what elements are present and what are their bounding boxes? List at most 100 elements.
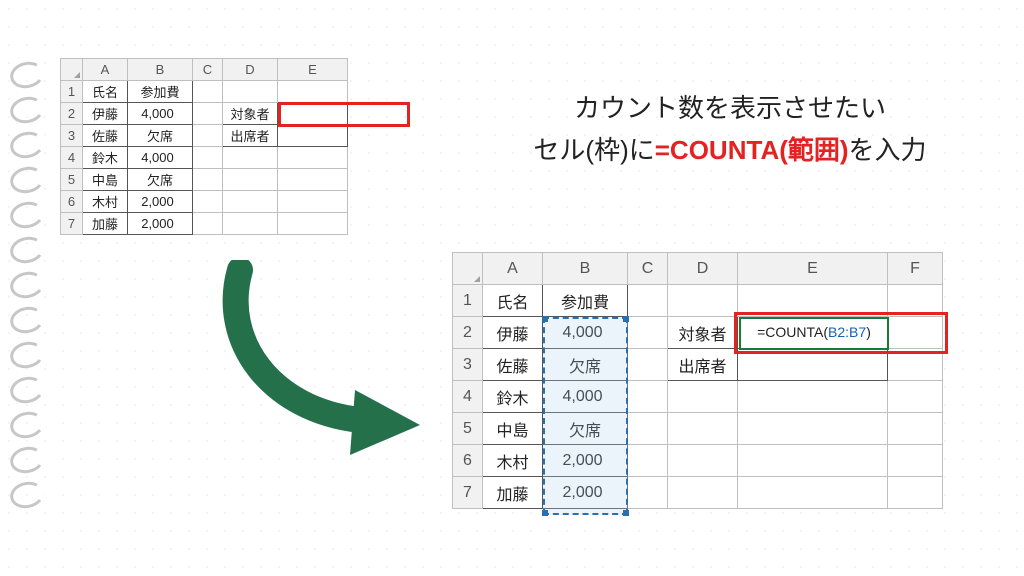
cell-A4[interactable]: 鈴木 bbox=[483, 381, 543, 413]
row-header-5[interactable]: 5 bbox=[61, 169, 83, 191]
cell-B4[interactable]: 4,000 bbox=[128, 147, 193, 169]
col-header-D[interactable]: D bbox=[668, 253, 738, 285]
row-header-6[interactable]: 6 bbox=[453, 445, 483, 477]
cell-E4[interactable] bbox=[278, 147, 348, 169]
select-all-corner[interactable] bbox=[453, 253, 483, 285]
cell-A5[interactable]: 中島 bbox=[83, 169, 128, 191]
row-header-4[interactable]: 4 bbox=[61, 147, 83, 169]
cell-A5[interactable]: 中島 bbox=[483, 413, 543, 445]
row-header-7[interactable]: 7 bbox=[453, 477, 483, 509]
cell-E2-formula[interactable]: =COUNTA(B2:B7) bbox=[738, 317, 888, 349]
col-header-B[interactable]: B bbox=[128, 59, 193, 81]
cell-E6[interactable] bbox=[278, 191, 348, 213]
grid-after[interactable]: A B C D E F 1 氏名 参加費 2 伊藤 4,000 対象者 =COU… bbox=[452, 252, 943, 509]
cell-C6[interactable] bbox=[193, 191, 223, 213]
cell-B1[interactable]: 参加費 bbox=[128, 81, 193, 103]
cell-D6[interactable] bbox=[223, 191, 278, 213]
cell-E5[interactable] bbox=[278, 169, 348, 191]
cell-F7[interactable] bbox=[888, 477, 943, 509]
cell-D2[interactable]: 対象者 bbox=[668, 317, 738, 349]
col-header-D[interactable]: D bbox=[223, 59, 278, 81]
cell-D2[interactable]: 対象者 bbox=[223, 103, 278, 125]
cell-A6[interactable]: 木村 bbox=[483, 445, 543, 477]
row-header-4[interactable]: 4 bbox=[453, 381, 483, 413]
cell-A2[interactable]: 伊藤 bbox=[83, 103, 128, 125]
row-header-2[interactable]: 2 bbox=[61, 103, 83, 125]
cell-C5[interactable] bbox=[628, 413, 668, 445]
row-header-1[interactable]: 1 bbox=[61, 81, 83, 103]
col-header-C[interactable]: C bbox=[193, 59, 223, 81]
cell-C1[interactable] bbox=[193, 81, 223, 103]
col-header-C[interactable]: C bbox=[628, 253, 668, 285]
cell-A7[interactable]: 加藤 bbox=[83, 213, 128, 235]
cell-C7[interactable] bbox=[628, 477, 668, 509]
col-header-E[interactable]: E bbox=[738, 253, 888, 285]
row-header-7[interactable]: 7 bbox=[61, 213, 83, 235]
row-header-3[interactable]: 3 bbox=[453, 349, 483, 381]
cell-D4[interactable] bbox=[223, 147, 278, 169]
col-header-F[interactable]: F bbox=[888, 253, 943, 285]
cell-A3[interactable]: 佐藤 bbox=[483, 349, 543, 381]
cell-B7[interactable]: 2,000 bbox=[128, 213, 193, 235]
cell-E4[interactable] bbox=[738, 381, 888, 413]
cell-A1[interactable]: 氏名 bbox=[483, 285, 543, 317]
cell-F1[interactable] bbox=[888, 285, 943, 317]
cell-A6[interactable]: 木村 bbox=[83, 191, 128, 213]
cell-C2[interactable] bbox=[193, 103, 223, 125]
cell-A2[interactable]: 伊藤 bbox=[483, 317, 543, 349]
cell-E5[interactable] bbox=[738, 413, 888, 445]
cell-B5[interactable]: 欠席 bbox=[543, 413, 628, 445]
cell-B5[interactable]: 欠席 bbox=[128, 169, 193, 191]
cell-B1[interactable]: 参加費 bbox=[543, 285, 628, 317]
cell-E3[interactable] bbox=[278, 125, 348, 147]
cell-C3[interactable] bbox=[628, 349, 668, 381]
cell-D5[interactable] bbox=[668, 413, 738, 445]
col-header-E[interactable]: E bbox=[278, 59, 348, 81]
cell-F4[interactable] bbox=[888, 381, 943, 413]
cell-A3[interactable]: 佐藤 bbox=[83, 125, 128, 147]
cell-F2[interactable] bbox=[888, 317, 943, 349]
row-header-1[interactable]: 1 bbox=[453, 285, 483, 317]
cell-D6[interactable] bbox=[668, 445, 738, 477]
cell-B7[interactable]: 2,000 bbox=[543, 477, 628, 509]
row-header-2[interactable]: 2 bbox=[453, 317, 483, 349]
row-header-6[interactable]: 6 bbox=[61, 191, 83, 213]
cell-C5[interactable] bbox=[193, 169, 223, 191]
cell-D7[interactable] bbox=[223, 213, 278, 235]
col-header-A[interactable]: A bbox=[483, 253, 543, 285]
cell-B6[interactable]: 2,000 bbox=[128, 191, 193, 213]
cell-D3[interactable]: 出席者 bbox=[223, 125, 278, 147]
cell-D5[interactable] bbox=[223, 169, 278, 191]
cell-D1[interactable] bbox=[668, 285, 738, 317]
cell-C1[interactable] bbox=[628, 285, 668, 317]
col-header-B[interactable]: B bbox=[543, 253, 628, 285]
row-header-5[interactable]: 5 bbox=[453, 413, 483, 445]
cell-B2[interactable]: 4,000 bbox=[543, 317, 628, 349]
cell-D3[interactable]: 出席者 bbox=[668, 349, 738, 381]
cell-B3[interactable]: 欠席 bbox=[128, 125, 193, 147]
cell-D7[interactable] bbox=[668, 477, 738, 509]
row-header-3[interactable]: 3 bbox=[61, 125, 83, 147]
col-header-A[interactable]: A bbox=[83, 59, 128, 81]
cell-E2[interactable] bbox=[278, 103, 348, 125]
cell-B6[interactable]: 2,000 bbox=[543, 445, 628, 477]
cell-B4[interactable]: 4,000 bbox=[543, 381, 628, 413]
cell-A4[interactable]: 鈴木 bbox=[83, 147, 128, 169]
cell-C2[interactable] bbox=[628, 317, 668, 349]
cell-F5[interactable] bbox=[888, 413, 943, 445]
cell-F6[interactable] bbox=[888, 445, 943, 477]
cell-E7[interactable] bbox=[738, 477, 888, 509]
cell-E7[interactable] bbox=[278, 213, 348, 235]
cell-E1[interactable] bbox=[278, 81, 348, 103]
cell-C3[interactable] bbox=[193, 125, 223, 147]
cell-C4[interactable] bbox=[628, 381, 668, 413]
cell-C6[interactable] bbox=[628, 445, 668, 477]
cell-C4[interactable] bbox=[193, 147, 223, 169]
cell-C7[interactable] bbox=[193, 213, 223, 235]
cell-B3[interactable]: 欠席 bbox=[543, 349, 628, 381]
cell-A7[interactable]: 加藤 bbox=[483, 477, 543, 509]
cell-F3[interactable] bbox=[888, 349, 943, 381]
cell-B2[interactable]: 4,000 bbox=[128, 103, 193, 125]
grid-before[interactable]: A B C D E 1 氏名 参加費 2 伊藤 4,000 対象者 3 佐藤 欠… bbox=[60, 58, 348, 235]
cell-E6[interactable] bbox=[738, 445, 888, 477]
